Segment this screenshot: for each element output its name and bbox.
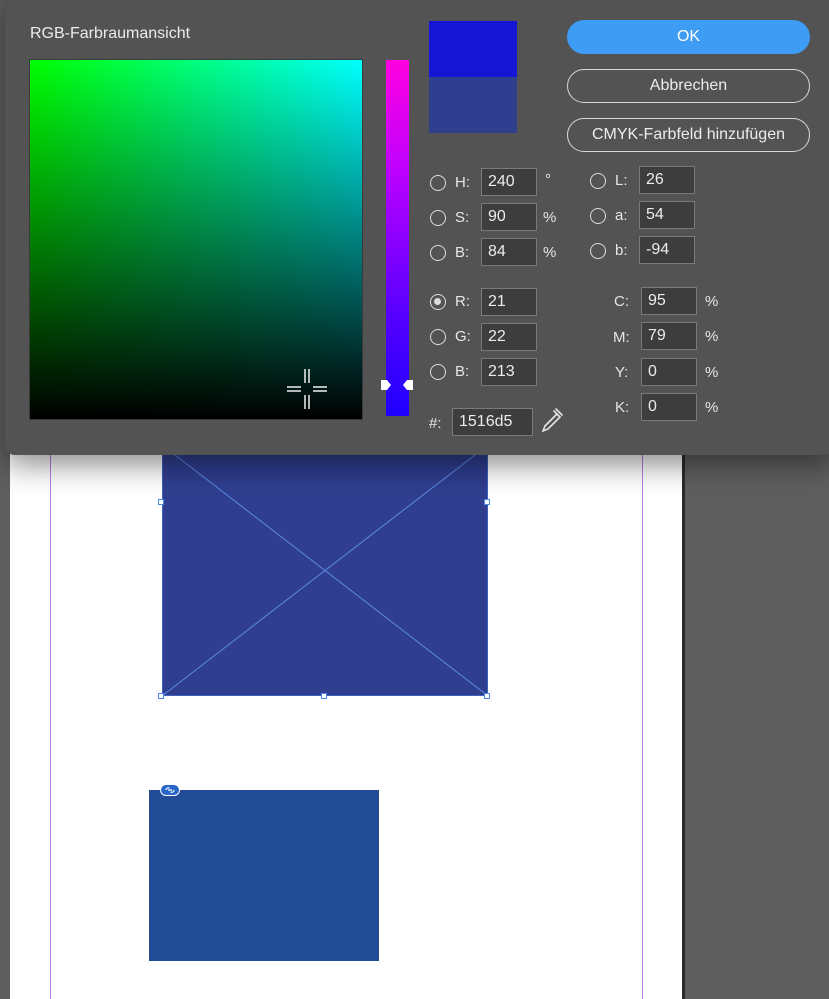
magenta-label: M: — [613, 329, 630, 346]
radio-lab-b[interactable] — [590, 243, 606, 259]
cyan-unit: % — [705, 293, 719, 310]
rectangle-frame[interactable] — [149, 790, 379, 961]
selected-graphic-frame[interactable] — [162, 445, 488, 696]
magenta-unit: % — [705, 328, 719, 345]
saturation-unit: % — [543, 209, 557, 226]
color-field[interactable] — [29, 59, 363, 420]
resize-handle-bottom-right[interactable] — [484, 693, 490, 699]
link-icon[interactable] — [160, 784, 180, 796]
magenta-input[interactable]: 79 — [641, 322, 697, 350]
hue-input[interactable]: 240 — [481, 168, 537, 196]
cancel-button[interactable]: Abbrechen — [567, 69, 810, 103]
radio-brightness[interactable] — [430, 245, 446, 261]
saturation-label: S: — [455, 209, 470, 226]
indesign-workspace: RGB-Farbraumansicht OK Abbrechen CMYK-Fa… — [0, 0, 829, 999]
lab-b-input[interactable]: -94 — [639, 236, 695, 264]
page-shadow-edge — [682, 440, 685, 999]
radio-lab-a[interactable] — [590, 208, 606, 224]
slider-arrow-left-icon[interactable] — [380, 379, 392, 391]
hue-label: H: — [455, 174, 470, 191]
brightness-label: B: — [455, 244, 470, 261]
radio-blue[interactable] — [430, 364, 446, 380]
brightness-unit: % — [543, 244, 557, 261]
ok-button[interactable]: OK — [567, 20, 810, 54]
lab-l-input[interactable]: 26 — [639, 166, 695, 194]
yellow-label: Y: — [615, 364, 629, 381]
hex-input[interactable]: 1516d5 — [452, 408, 533, 436]
lab-a-label: a: — [615, 207, 628, 224]
lab-a-input[interactable]: 54 — [639, 201, 695, 229]
radio-lab-l[interactable] — [590, 173, 606, 189]
black-label: K: — [615, 399, 630, 416]
blue-label: B: — [455, 363, 470, 380]
dialog-title: RGB-Farbraumansicht — [30, 25, 191, 42]
saturation-input[interactable]: 90 — [481, 203, 537, 231]
new-color-preview — [429, 21, 517, 77]
black-unit: % — [705, 399, 719, 416]
brightness-input[interactable]: 84 — [481, 238, 537, 266]
add-cmyk-swatch-button[interactable]: CMYK-Farbfeld hinzufügen — [567, 118, 810, 152]
lab-b-label: b: — [615, 242, 628, 259]
yellow-input[interactable]: 0 — [641, 358, 697, 386]
red-label: R: — [455, 293, 470, 310]
previous-color-preview[interactable] — [429, 77, 517, 133]
resize-handle-left-middle[interactable] — [158, 499, 164, 505]
slider-arrow-right-icon[interactable] — [402, 379, 414, 391]
resize-handle-right-middle[interactable] — [484, 499, 490, 505]
margin-guide-right — [642, 440, 643, 999]
radio-saturation[interactable] — [430, 210, 446, 226]
hue-unit: ° — [545, 171, 551, 188]
blue-input[interactable]: 213 — [481, 358, 537, 386]
eyedropper-icon[interactable] — [539, 406, 565, 434]
radio-hue[interactable] — [430, 175, 446, 191]
resize-handle-bottom-middle[interactable] — [321, 693, 327, 699]
radio-green[interactable] — [430, 329, 446, 345]
margin-guide-left — [50, 440, 51, 999]
green-input[interactable]: 22 — [481, 323, 537, 351]
color-picker-dialog: RGB-Farbraumansicht OK Abbrechen CMYK-Fa… — [5, 0, 829, 455]
hue-slider[interactable] — [386, 60, 409, 416]
green-label: G: — [455, 328, 471, 345]
lab-l-label: L: — [615, 172, 628, 189]
hex-label: #: — [429, 415, 442, 432]
black-input[interactable]: 0 — [641, 393, 697, 421]
yellow-unit: % — [705, 364, 719, 381]
crosshair-icon — [287, 369, 327, 409]
resize-handle-bottom-left[interactable] — [158, 693, 164, 699]
cyan-input[interactable]: 95 — [641, 287, 697, 315]
cyan-label: C: — [614, 293, 629, 310]
radio-red[interactable] — [430, 294, 446, 310]
red-input[interactable]: 21 — [481, 288, 537, 316]
empty-frame-cross — [162, 445, 488, 696]
